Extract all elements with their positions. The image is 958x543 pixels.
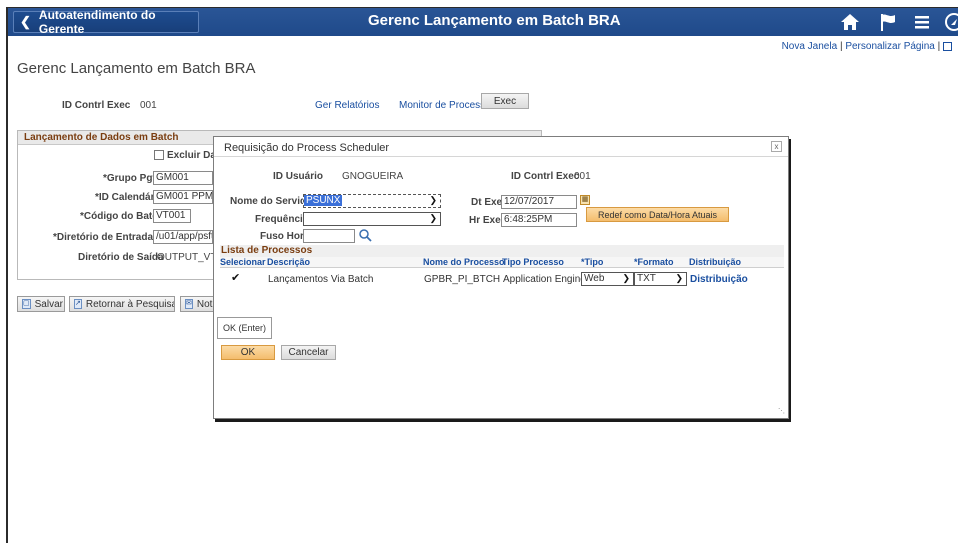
dialog-run-control-value: 001 bbox=[574, 171, 591, 182]
back-button[interactable]: ❮ Autoatendimento do Gerente bbox=[13, 8, 199, 36]
type-select[interactable]: Web ❯ bbox=[581, 272, 634, 286]
resize-handle-icon[interactable]: ⋱ bbox=[778, 408, 786, 416]
row-process-type: Application Engine bbox=[503, 274, 586, 285]
process-list-header: Selecionar Descrição Nome do Processo Ti… bbox=[220, 257, 784, 268]
run-control-value: 001 bbox=[140, 100, 157, 111]
user-id-label: ID Usuário bbox=[273, 171, 324, 182]
page-title: Gerenc Lançamento em Batch BRA bbox=[17, 60, 256, 77]
link-separator: | bbox=[839, 41, 843, 52]
ok-tooltip: OK (Enter) bbox=[217, 317, 272, 339]
server-name-value: PSUNX bbox=[304, 195, 343, 206]
ok-button[interactable]: OK bbox=[221, 345, 275, 360]
process-scheduler-dialog: Requisição do Process Scheduler x ID Usu… bbox=[213, 136, 789, 419]
frequency-select[interactable]: ❯ bbox=[303, 212, 441, 226]
chevron-down-icon: ❯ bbox=[675, 273, 683, 283]
banner-title: Gerenc Lançamento em Batch BRA bbox=[368, 12, 621, 29]
batch-code-label: *Código do Batch bbox=[80, 211, 164, 222]
new-window-link[interactable]: Nova Janela bbox=[782, 41, 838, 52]
col-select: Selecionar bbox=[220, 257, 266, 267]
calendar-icon[interactable]: ▦ bbox=[580, 195, 590, 205]
format-select[interactable]: TXT ❯ bbox=[634, 272, 687, 286]
link-separator: | bbox=[937, 41, 941, 52]
top-banner: ❮ Autoatendimento do Gerente Gerenc Lanç… bbox=[8, 8, 958, 36]
return-to-search-button[interactable]: ↗ Retornar à Pesquisa bbox=[69, 296, 175, 312]
run-control-label: ID Contrl Exec bbox=[62, 100, 131, 111]
exec-button[interactable]: Exec bbox=[481, 93, 529, 109]
cancel-button[interactable]: Cancelar bbox=[281, 345, 336, 360]
dialog-run-control-label: ID Contrl Exec bbox=[511, 171, 580, 182]
save-button[interactable]: ▢ Salvar bbox=[17, 296, 65, 312]
row-description: Lançamentos Via Batch bbox=[268, 274, 374, 285]
lookup-icon[interactable] bbox=[358, 228, 372, 242]
select-checkbox[interactable]: ✔ bbox=[231, 273, 241, 284]
col-process-type: Tipo Processo bbox=[502, 257, 564, 267]
col-type: *Tipo bbox=[581, 257, 604, 267]
back-button-label: Autoatendimento do Gerente bbox=[38, 8, 156, 36]
run-time-input[interactable]: 6:48:25PM bbox=[501, 213, 577, 227]
user-id-value: GNOGUEIRA bbox=[342, 171, 404, 182]
help-icon[interactable] bbox=[943, 41, 952, 51]
dialog-title: Requisição do Process Scheduler bbox=[224, 142, 390, 154]
top-links: Nova Janela | Personalizar Página | bbox=[782, 41, 952, 52]
delete-data-checkbox[interactable] bbox=[154, 150, 164, 160]
navbar-icon[interactable] bbox=[944, 12, 958, 32]
notify-button[interactable]: ✉ Noti bbox=[180, 296, 216, 312]
menu-icon[interactable] bbox=[912, 12, 932, 32]
notify-icon: ✉ bbox=[185, 299, 193, 309]
server-name-select[interactable]: PSUNX ❯ bbox=[303, 194, 441, 208]
col-format: *Formato bbox=[634, 257, 674, 267]
input-directory-label: *Diretório de Entrada bbox=[53, 232, 154, 243]
reports-link[interactable]: Ger Relatórios bbox=[315, 100, 379, 111]
timezone-input[interactable] bbox=[303, 229, 355, 243]
notify-label: Noti bbox=[196, 298, 215, 310]
save-icon: ▢ bbox=[22, 299, 31, 309]
chevron-down-icon: ❯ bbox=[429, 213, 437, 223]
process-list-title: Lista de Processos bbox=[220, 245, 784, 257]
chevron-down-icon: ❯ bbox=[429, 195, 437, 205]
reset-datetime-button[interactable]: Redef como Data/Hora Atuais bbox=[586, 207, 729, 222]
run-date-input[interactable]: 12/07/2017 bbox=[501, 195, 577, 209]
frequency-label: Frequência bbox=[255, 214, 309, 225]
chevron-left-icon: ❮ bbox=[20, 14, 31, 29]
close-icon[interactable]: x bbox=[771, 141, 782, 152]
chevron-down-icon: ❯ bbox=[622, 273, 630, 283]
return-label: Retornar à Pesquisa bbox=[85, 298, 175, 310]
distribution-link[interactable]: Distribuição bbox=[690, 274, 748, 285]
output-directory-label: Diretório de Saída bbox=[78, 252, 164, 263]
flag-icon[interactable] bbox=[878, 12, 898, 32]
batch-code-input[interactable]: VT001 bbox=[153, 209, 191, 223]
home-icon[interactable] bbox=[840, 12, 860, 32]
return-search-icon: ↗ bbox=[74, 299, 82, 309]
col-process-name: Nome do Processo bbox=[423, 257, 505, 267]
pay-group-input[interactable]: GM001 bbox=[153, 171, 213, 185]
calendar-id-input[interactable]: GM001 PPM20 bbox=[153, 190, 213, 204]
input-directory-input[interactable]: /u01/app/psft/ca bbox=[153, 230, 213, 244]
save-label: Salvar bbox=[34, 298, 63, 310]
format-value: TXT bbox=[637, 273, 656, 284]
personalize-page-link[interactable]: Personalizar Página bbox=[845, 41, 935, 52]
col-distribution: Distribuição bbox=[689, 257, 742, 267]
row-process-name: GPBR_PI_BTCH bbox=[424, 274, 501, 285]
col-description: Descrição bbox=[267, 257, 311, 267]
type-value: Web bbox=[584, 273, 605, 284]
dialog-header: Requisição do Process Scheduler x bbox=[214, 137, 788, 157]
